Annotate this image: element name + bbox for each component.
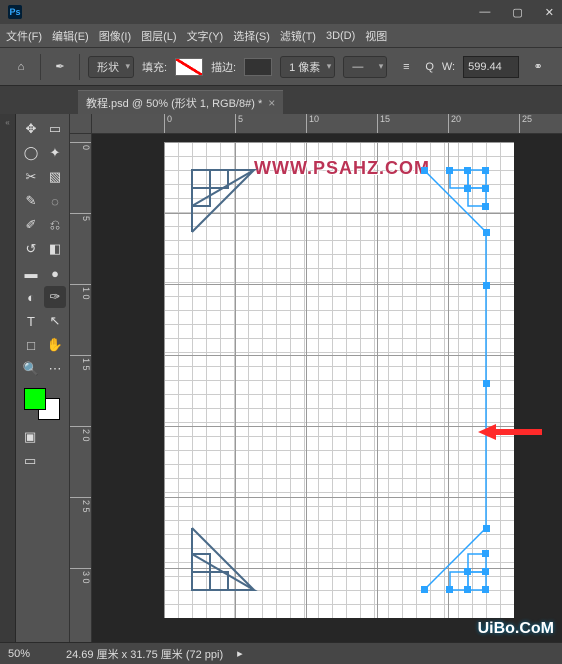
crop-tool[interactable]: ✂ [20, 166, 42, 188]
maximize-button[interactable]: ▢ [512, 6, 522, 19]
type-tool[interactable]: T [20, 310, 42, 332]
menu-select[interactable]: 选择(S) [233, 28, 270, 44]
doc-dimensions: 24.69 厘米 x 31.75 厘米 (72 ppi) [66, 646, 223, 662]
dock-grip-icon[interactable]: « [0, 118, 15, 127]
toolbox: ✥ ▭ ◯ ✦ ✂ ▧ ✎ ◌ ✐ ⎌ ↺ ◧ ▬ ● ◐ ✑ T ↖ □ ✋ … [16, 114, 70, 642]
menu-layer[interactable]: 图层(L) [141, 28, 176, 44]
ruler-tool[interactable]: ◌ [44, 190, 66, 212]
shape-mode-dropdown[interactable]: 形状 [88, 56, 134, 78]
magnify-icon: Q [425, 61, 434, 73]
menu-image[interactable]: 图像(I) [99, 28, 131, 44]
pen-tool[interactable]: ✑ [44, 286, 66, 308]
fill-label: 填充: [142, 59, 167, 75]
ps-logo-icon: Ps [8, 5, 22, 19]
history-brush-tool[interactable]: ↺ [20, 238, 42, 260]
menu-bar: 文件(F) 编辑(E) 图像(I) 图层(L) 文字(Y) 选择(S) 滤镜(T… [0, 24, 562, 48]
more-tools[interactable]: ⋯ [44, 358, 66, 380]
magic-wand-tool[interactable]: ✦ [44, 142, 66, 164]
menu-filter[interactable]: 滤镜(T) [280, 28, 316, 44]
path-select-tool[interactable]: ↖ [44, 310, 66, 332]
hand-tool[interactable]: ✋ [44, 334, 66, 356]
eraser-tool[interactable]: ◧ [44, 238, 66, 260]
brush-tool[interactable]: ✐ [20, 214, 42, 236]
artboard-tool[interactable]: ▭ [44, 118, 66, 140]
zoom-field[interactable] [8, 648, 52, 660]
stroke-width-dropdown[interactable]: 1 像素 [280, 56, 335, 78]
blur-tool[interactable]: ● [44, 262, 66, 284]
annotation-arrow-icon [478, 420, 542, 444]
minimize-button[interactable]: — [479, 6, 490, 19]
status-bar: 24.69 厘米 x 31.75 厘米 (72 ppi) ▸ [0, 642, 562, 664]
tab-title: 教程.psd @ 50% (形状 1, RGB/8#) * [86, 95, 262, 111]
eyedropper-tool[interactable]: ✎ [20, 190, 42, 212]
stroke-swatch[interactable] [244, 58, 272, 76]
stroke-style-dropdown[interactable]: — [343, 56, 387, 78]
width-label: W: [442, 61, 455, 73]
screenmode-toggle[interactable]: ▭ [20, 450, 42, 472]
gradient-tool[interactable]: ▬ [20, 262, 42, 284]
uibo-watermark: UiBo.CoM [478, 620, 554, 638]
close-window-button[interactable]: ✕ [545, 6, 554, 19]
menu-3d[interactable]: 3D(D) [326, 30, 355, 42]
options-bar: ⌂ ✒ 形状 填充: 描边: 1 像素 — ≡ Q W: ⚭ [0, 48, 562, 86]
home-icon[interactable]: ⌂ [10, 56, 32, 78]
clone-tool[interactable]: ⎌ [44, 214, 66, 236]
dodge-tool[interactable]: ◐ [20, 286, 42, 308]
stroke-label: 描边: [211, 59, 236, 75]
status-flyout-icon[interactable]: ▸ [237, 647, 243, 660]
menu-edit[interactable]: 编辑(E) [52, 28, 89, 44]
menu-type[interactable]: 文字(Y) [187, 28, 224, 44]
move-tool[interactable]: ✥ [20, 118, 42, 140]
slice-tool[interactable]: ▧ [44, 166, 66, 188]
document-tab[interactable]: 教程.psd @ 50% (形状 1, RGB/8#) * × [78, 90, 283, 114]
tab-close-icon[interactable]: × [268, 96, 275, 110]
align-icon[interactable]: ≡ [395, 56, 417, 78]
menu-file[interactable]: 文件(F) [6, 28, 42, 44]
ruler-vertical[interactable]: 0 5 1 0 1 5 2 0 2 5 3 0 [70, 134, 92, 642]
width-input[interactable] [463, 56, 519, 78]
zoom-tool[interactable]: 🔍 [20, 358, 42, 380]
foreground-color[interactable] [24, 388, 46, 410]
rectangle-tool[interactable]: □ [20, 334, 42, 356]
fill-swatch[interactable] [175, 58, 203, 76]
current-tool-icon[interactable]: ✒ [49, 56, 71, 78]
lasso-tool[interactable]: ◯ [20, 142, 42, 164]
shape-vector[interactable] [164, 142, 514, 618]
ruler-horizontal[interactable]: 0 5 10 15 20 25 [92, 114, 562, 134]
document-canvas[interactable]: WWW.PSAHZ.COM [164, 142, 514, 618]
link-icon[interactable]: ⚭ [527, 56, 549, 78]
ruler-origin[interactable] [70, 114, 92, 134]
quickmask-toggle[interactable]: ▣ [20, 426, 42, 448]
canvas-viewport[interactable]: 0 5 10 15 20 25 0 5 1 0 1 5 2 0 2 5 3 0 … [70, 114, 562, 642]
menu-view[interactable]: 视图 [365, 28, 387, 44]
